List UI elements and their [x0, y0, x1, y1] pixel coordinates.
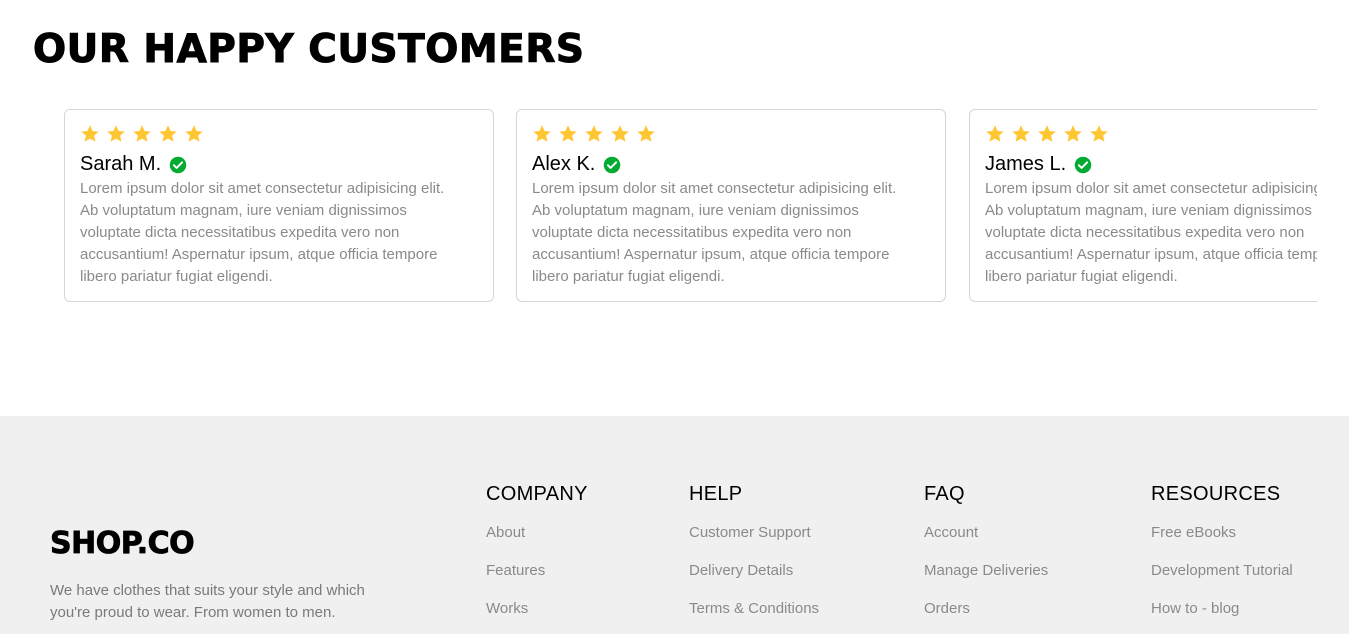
- review-text-line: voluptate dicta necessitatibus expedita …: [532, 224, 852, 241]
- star-icon: [80, 124, 100, 144]
- review-card: James L. Lorem ipsum dolor sit amet cons…: [969, 109, 1317, 302]
- verified-check-icon: [1074, 156, 1092, 174]
- reviews-carousel[interactable]: Sarah M. Lorem ipsum dolor sit amet cons…: [64, 109, 1317, 305]
- reviewer: James L.: [985, 153, 1092, 176]
- review-text: Lorem ipsum dolor sit amet consectetur a…: [532, 178, 982, 288]
- review-text-line: Ab voluptatum magnam, iure veniam dignis…: [80, 202, 407, 219]
- star-icon: [106, 124, 126, 144]
- footer-link-orders[interactable]: Orders: [924, 600, 970, 617]
- review-text-line: accusantium! Aspernatur ipsum, atque off…: [985, 246, 1317, 263]
- footer-column-title: HELP: [689, 483, 743, 505]
- verified-check-icon: [603, 156, 621, 174]
- star-icon: [158, 124, 178, 144]
- star-icon: [1063, 124, 1083, 144]
- footer-link-account[interactable]: Account: [924, 524, 978, 541]
- star-icon: [985, 124, 1005, 144]
- footer-column-resources: RESOURCES Free eBooks Development Tutori…: [1151, 482, 1293, 617]
- footer-column-help: HELP Customer Support Delivery Details T…: [689, 482, 819, 617]
- reviewer: Sarah M.: [80, 153, 187, 176]
- review-text-line: accusantium! Aspernatur ipsum, atque off…: [532, 246, 890, 263]
- tagline-line: We have clothes that suits your style an…: [50, 582, 365, 599]
- star-icon: [1037, 124, 1057, 144]
- review-text: Lorem ipsum dolor sit amet consectetur a…: [80, 178, 530, 288]
- footer-link-development-tutorial[interactable]: Development Tutorial: [1151, 562, 1293, 579]
- rating-stars: [80, 124, 210, 144]
- review-text: Lorem ipsum dolor sit amet consectetur a…: [985, 178, 1317, 288]
- review-text-line: Ab voluptatum magnam, iure veniam dignis…: [985, 202, 1312, 219]
- footer-link-customer-support[interactable]: Customer Support: [689, 524, 811, 541]
- reviewer-name: Sarah M.: [80, 153, 162, 175]
- review-card: Sarah M. Lorem ipsum dolor sit amet cons…: [64, 109, 494, 302]
- review-text-line: Lorem ipsum dolor sit amet consectetur a…: [80, 180, 445, 197]
- brand-logo[interactable]: SHOP.CO: [50, 524, 195, 564]
- footer-link-manage-deliveries[interactable]: Manage Deliveries: [924, 562, 1048, 579]
- star-icon: [636, 124, 656, 144]
- footer-link-about[interactable]: About: [486, 524, 525, 541]
- review-text-line: voluptate dicta necessitatibus expedita …: [985, 224, 1305, 241]
- rating-stars: [985, 124, 1115, 144]
- footer-link-features[interactable]: Features: [486, 562, 545, 579]
- star-icon: [584, 124, 604, 144]
- footer-link-terms-conditions[interactable]: Terms & Conditions: [689, 600, 819, 617]
- footer-column-faq: FAQ Account Manage Deliveries Orders: [924, 482, 1048, 617]
- footer-column-title: FAQ: [924, 483, 965, 505]
- tagline-line: you're proud to wear. From women to men.: [50, 604, 336, 621]
- brand-tagline: We have clothes that suits your style an…: [50, 580, 410, 624]
- footer-link-delivery-details[interactable]: Delivery Details: [689, 562, 793, 579]
- star-icon: [184, 124, 204, 144]
- review-text-line: Ab voluptatum magnam, iure veniam dignis…: [532, 202, 859, 219]
- review-text-line: voluptate dicta necessitatibus expedita …: [80, 224, 400, 241]
- star-icon: [132, 124, 152, 144]
- footer-column-company: COMPANY About Features Works: [486, 482, 588, 617]
- footer-column-title: RESOURCES: [1151, 483, 1281, 505]
- footer-link-how-to-blog[interactable]: How to - blog: [1151, 600, 1239, 617]
- star-icon: [610, 124, 630, 144]
- review-card: Alex K. Lorem ipsum dolor sit amet conse…: [516, 109, 946, 302]
- star-icon: [532, 124, 552, 144]
- star-icon: [1089, 124, 1109, 144]
- section-title: OUR HAPPY CUSTOMERS: [32, 27, 585, 73]
- reviewer: Alex K.: [532, 153, 621, 176]
- review-text-line: Lorem ipsum dolor sit amet consectetur a…: [985, 180, 1317, 197]
- review-text-line: accusantium! Aspernatur ipsum, atque off…: [80, 246, 438, 263]
- verified-check-icon: [169, 156, 187, 174]
- rating-stars: [532, 124, 662, 144]
- star-icon: [1011, 124, 1031, 144]
- footer-link-free-ebooks[interactable]: Free eBooks: [1151, 524, 1236, 541]
- review-text-line: libero pariatur fugiat eligendi.: [985, 268, 1178, 285]
- star-icon: [558, 124, 578, 144]
- footer-column-title: COMPANY: [486, 483, 588, 505]
- footer: SHOP.CO We have clothes that suits your …: [0, 416, 1349, 634]
- footer-link-works[interactable]: Works: [486, 600, 528, 617]
- review-text-line: libero pariatur fugiat eligendi.: [80, 268, 273, 285]
- reviewer-name: Alex K.: [532, 153, 596, 175]
- reviewer-name: James L.: [985, 153, 1067, 175]
- review-text-line: Lorem ipsum dolor sit amet consectetur a…: [532, 180, 897, 197]
- review-text-line: libero pariatur fugiat eligendi.: [532, 268, 725, 285]
